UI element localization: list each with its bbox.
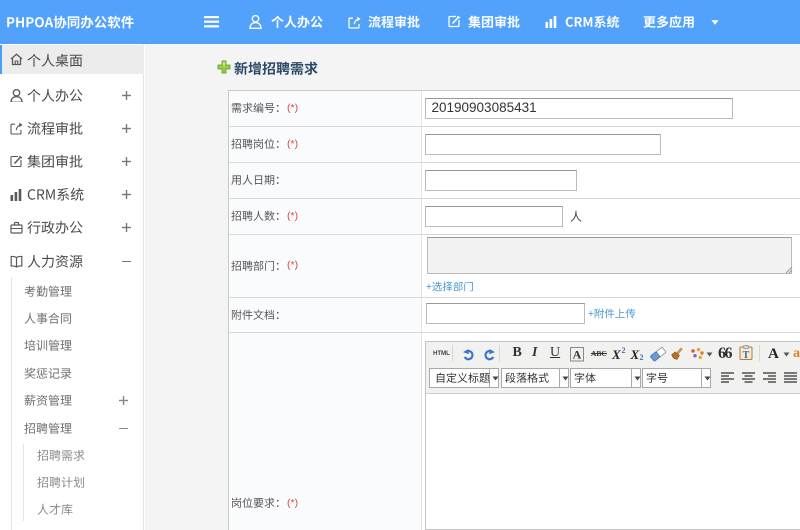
svg-text:A: A bbox=[573, 348, 582, 362]
svg-text:T: T bbox=[743, 350, 750, 361]
